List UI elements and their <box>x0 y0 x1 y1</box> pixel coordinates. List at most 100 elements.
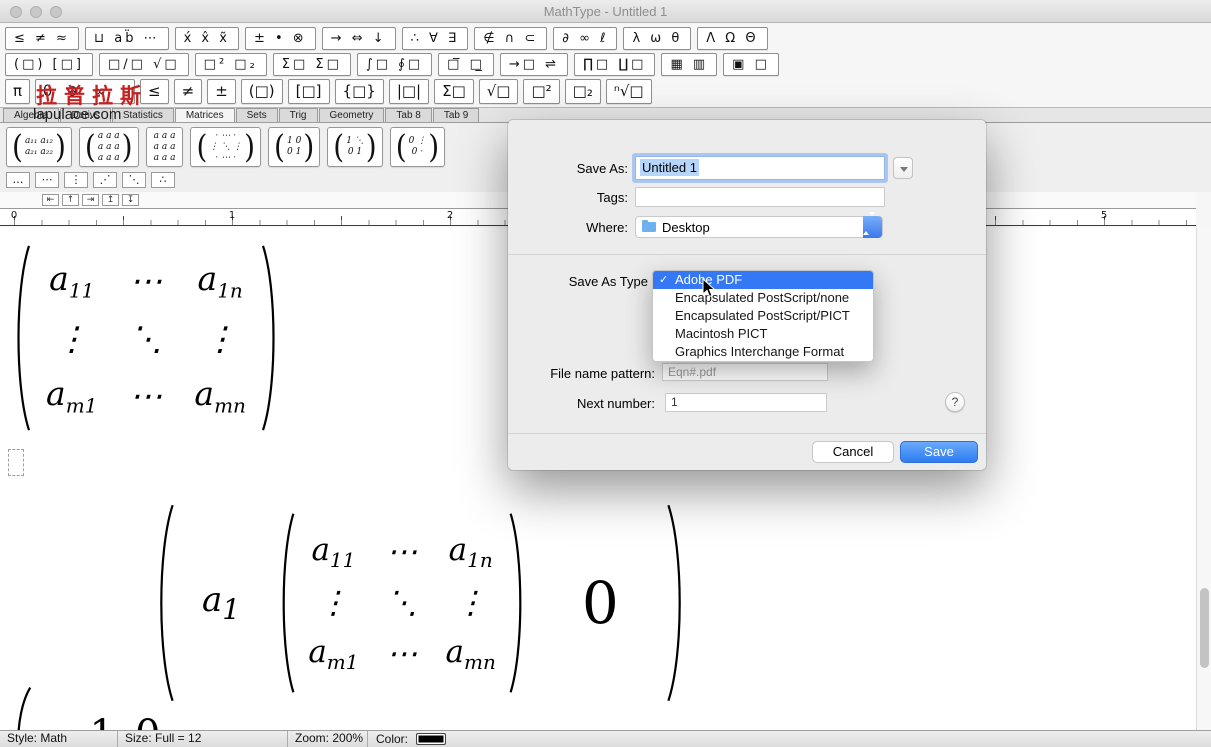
ruler-tabstop-button[interactable]: ↑ <box>62 194 79 206</box>
equation-matrix-2[interactable]: a1 a11 ⋯ a1n ⋮ ⋱ ⋮ am1 ⋯ amn 0 <box>150 499 691 707</box>
template-palette-button[interactable]: Σ□ Σ□ <box>273 53 351 76</box>
status-zoom[interactable]: Zoom: 200% <box>288 731 368 747</box>
file-name-pattern-input[interactable]: Eqn#.pdf <box>662 363 828 381</box>
template-palette-button[interactable]: ▣ □ <box>723 53 779 76</box>
quick-symbol-button[interactable]: (□) <box>241 79 283 104</box>
menu-item-gif[interactable]: Graphics Interchange Format <box>653 343 873 361</box>
menu-item-eps-none[interactable]: Encapsulated PostScript/none <box>653 289 873 307</box>
right-paren-glyph: ) <box>428 131 439 163</box>
template-palette-button[interactable]: →□ ⇌ <box>500 53 568 76</box>
tab-sets[interactable]: Sets <box>236 108 278 122</box>
tab-matrices[interactable]: Matrices <box>175 108 235 122</box>
tab-8[interactable]: Tab 8 <box>385 108 431 122</box>
matrix-template-button[interactable]: a a aa a aa a a <box>146 127 184 167</box>
symbol-palette-button[interactable]: ⊔ ab̈ ⋯ <box>85 27 169 50</box>
empty-slot[interactable] <box>8 449 24 476</box>
outer-left-paren <box>150 499 178 707</box>
quick-symbol-button[interactable]: [□] <box>288 79 330 104</box>
ellipsis-template-button[interactable]: ⋮ <box>64 172 88 188</box>
ellipsis-template-button[interactable]: … <box>6 172 30 188</box>
next-number-input[interactable]: 1 <box>665 393 827 412</box>
tab-trig[interactable]: Trig <box>279 108 318 122</box>
symbol-toolbars: ≤ ≠ ≈ ⊔ ab̈ ⋯ x́ x̂ x̃ ± • ⊗ → ⇔ ↓ ∴ ∀ ∃∉ ∩ ⊂… <box>0 24 1211 107</box>
divider <box>508 254 986 255</box>
ruler-tabstop-button[interactable]: ↥ <box>102 194 119 206</box>
ellipsis-template-button[interactable]: ⋯ <box>35 172 59 188</box>
tab-geometry[interactable]: Geometry <box>319 108 385 122</box>
symbol-palette-button[interactable]: ≤ ≠ ≈ <box>5 27 79 50</box>
template-palette-button[interactable]: (□) [□] <box>5 53 93 76</box>
divider <box>508 433 986 434</box>
mouse-cursor-icon <box>702 278 716 298</box>
expand-dialog-button[interactable] <box>893 157 913 179</box>
symbol-palette-button[interactable]: ± • ⊗ <box>245 27 316 50</box>
ruler-tabstop-button[interactable]: ↧ <box>122 194 139 206</box>
outer-right-paren <box>663 499 691 707</box>
help-button[interactable]: ? <box>945 392 965 412</box>
matrix-template-button[interactable]: ( 1 ⋱0 1 ) <box>327 127 382 167</box>
ruler-tabstop-button[interactable]: ⇥ <box>82 194 99 206</box>
menu-item-adobe-pdf[interactable]: ✓ Adobe PDF <box>653 271 873 289</box>
save-as-type-menu: ✓ Adobe PDF Encapsulated PostScript/none… <box>652 270 874 362</box>
matrix-template-button[interactable]: ( 1 00 1 ) <box>268 127 320 167</box>
menu-item-macintosh-pict[interactable]: Macintosh PICT <box>653 325 873 343</box>
matrix-template-button[interactable]: ( a a aa a aa a a ) <box>79 127 139 167</box>
ellipsis-template-button[interactable]: ⋰ <box>93 172 117 188</box>
right-paren-glyph: ) <box>122 131 133 163</box>
template-palette-button[interactable]: ∫□ ∮□ <box>357 53 432 76</box>
matrix-template-button[interactable]: ( ⋅ ⋯ ⋅⋮ ⋱ ⋮⋅ ⋯ ⋅ ) <box>190 127 261 167</box>
menu-item-eps-pict[interactable]: Encapsulated PostScript/PICT <box>653 307 873 325</box>
symbol-palette-button[interactable]: ∴ ∀ ∃ <box>402 27 469 50</box>
ruler-tabstop-button[interactable]: ⇤ <box>42 194 59 206</box>
quick-symbol-button[interactable]: π <box>5 79 30 104</box>
vertical-scrollbar[interactable] <box>1196 228 1211 730</box>
save-as-input[interactable]: Untitled 1 <box>635 156 885 180</box>
status-style[interactable]: Style: Math <box>0 731 118 747</box>
template-palette-button[interactable]: ▦ ▥ <box>661 53 717 76</box>
tags-input[interactable] <box>635 187 885 207</box>
symbol-palette-button[interactable]: ∂ ∞ ℓ <box>553 27 617 50</box>
template-palette-button[interactable]: ∏□ ∐□ <box>574 53 655 76</box>
quick-symbol-button[interactable]: √□ <box>479 79 519 104</box>
status-size[interactable]: Size: Full = 12 <box>118 731 288 747</box>
quick-symbol-button[interactable]: {□} <box>335 79 384 104</box>
tab-9[interactable]: Tab 9 <box>433 108 479 122</box>
popup-stepper-icon[interactable] <box>863 216 882 238</box>
color-swatch[interactable] <box>416 733 446 745</box>
quick-symbol-button[interactable]: □₂ <box>565 79 601 104</box>
matrix-template-button[interactable]: ( 0 ⋮0 ⋅ ) <box>390 127 445 167</box>
left-paren <box>6 684 36 730</box>
where-popup[interactable]: Desktop <box>635 216 883 238</box>
equation-matrix-1[interactable]: a11 ⋯ a1n ⋮ ⋱ ⋮ am1 ⋯ amn <box>8 240 284 436</box>
left-paren-glyph: ( <box>196 131 207 163</box>
quick-symbol-button[interactable]: □² <box>523 79 559 104</box>
left-paren-glyph: ( <box>274 131 285 163</box>
template-palette-button[interactable]: □̅ □̲ <box>438 53 494 76</box>
quick-symbol-button[interactable]: Σ□ <box>434 79 474 104</box>
matrix-template-button[interactable]: ( a₁₁ a₁₂a₂₁ a₂₂ ) <box>6 127 72 167</box>
save-button[interactable]: Save <box>900 441 978 463</box>
scrollbar-thumb[interactable] <box>1200 588 1209 668</box>
symbol-palette-button[interactable]: Λ Ω Θ <box>697 27 767 50</box>
quick-symbol-button[interactable]: ± <box>207 79 236 104</box>
ellipsis-template-button[interactable]: ∴ <box>151 172 175 188</box>
template-palette-button[interactable]: □² □₂ <box>195 53 267 76</box>
quick-symbol-button[interactable]: |□| <box>389 79 429 104</box>
status-color[interactable]: Color: <box>368 731 446 747</box>
left-paren <box>8 240 34 436</box>
zero-term: 0 <box>582 569 619 637</box>
quick-symbol-button[interactable]: ≠ <box>174 79 203 104</box>
window-title: MathType - Untitled 1 <box>0 4 1211 19</box>
ellipsis-template-button[interactable]: ⋱ <box>122 172 146 188</box>
left-paren-glyph: ( <box>333 131 344 163</box>
ruler-number: 5 <box>1101 210 1107 221</box>
symbol-palette-button[interactable]: λ ω θ <box>623 27 691 50</box>
equation-matrix-3-partial[interactable]: −1 0 <box>6 684 160 730</box>
symbol-palette-button[interactable]: x́ x̂ x̃ <box>175 27 239 50</box>
template-palette-button[interactable]: □∕□ √□ <box>99 53 189 76</box>
symbol-palette-button[interactable]: ∉ ∩ ⊂ <box>474 27 547 50</box>
tags-label: Tags: <box>508 190 628 205</box>
quick-symbol-button[interactable]: ⁿ√□ <box>606 79 652 104</box>
symbol-palette-button[interactable]: → ⇔ ↓ <box>322 27 396 50</box>
cancel-button[interactable]: Cancel <box>812 441 894 463</box>
